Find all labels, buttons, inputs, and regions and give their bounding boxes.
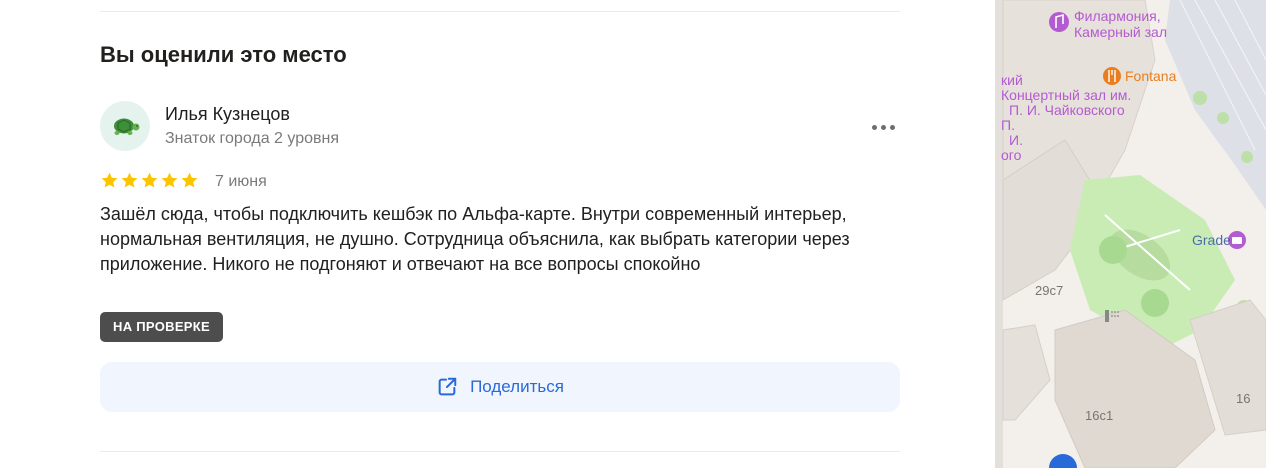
- star-icon: [101, 172, 118, 188]
- share-label: Поделиться: [470, 377, 564, 396]
- map-label-building-16: 16: [1236, 391, 1251, 406]
- star-icon: [121, 172, 138, 188]
- map-label-building-16c1: 16с1: [1085, 408, 1114, 423]
- map-label-fontana[interactable]: Fontana: [1125, 68, 1176, 84]
- more-dot-icon: [872, 124, 877, 130]
- user-name[interactable]: Илья Кузнецов: [165, 104, 290, 125]
- status-badge: НА ПРОВЕРКЕ: [100, 312, 223, 342]
- user-rank: Знаток города 2 уровня: [165, 130, 340, 147]
- map-view[interactable]: Филармония, Камерный зал Fontana кий Кон…: [995, 0, 1266, 468]
- rating-stars: [100, 171, 199, 190]
- top-divider: [100, 11, 900, 12]
- review-panel: Вы оценили это место Илья Кузнецов Знато…: [0, 0, 995, 468]
- map-label-concert-hall[interactable]: кий Концертный зал им. П. И. Чайковского…: [1001, 73, 1131, 163]
- avatar[interactable]: [100, 101, 150, 151]
- turtle-icon: [114, 118, 140, 135]
- map-label-philharmonia[interactable]: Филармония, Камерный зал: [1074, 8, 1167, 40]
- more-dot-icon: [881, 124, 886, 130]
- star-icon: [141, 172, 158, 188]
- review-text: Зашёл сюда, чтобы подключить кешбэк по А…: [100, 204, 850, 274]
- review-date: 7 июня: [215, 173, 267, 190]
- star-icon: [181, 172, 198, 188]
- map-label-grade[interactable]: Grade: [1192, 232, 1231, 248]
- map-label-building-29c7: 29с7: [1035, 283, 1064, 298]
- star-icon: [161, 172, 178, 188]
- more-options-button[interactable]: [872, 120, 898, 134]
- more-dot-icon: [890, 124, 895, 130]
- bottom-divider: [100, 451, 900, 452]
- share-button[interactable]: Поделиться: [100, 362, 900, 412]
- section-title: Вы оценили это место: [100, 42, 347, 67]
- share-icon: [438, 377, 457, 396]
